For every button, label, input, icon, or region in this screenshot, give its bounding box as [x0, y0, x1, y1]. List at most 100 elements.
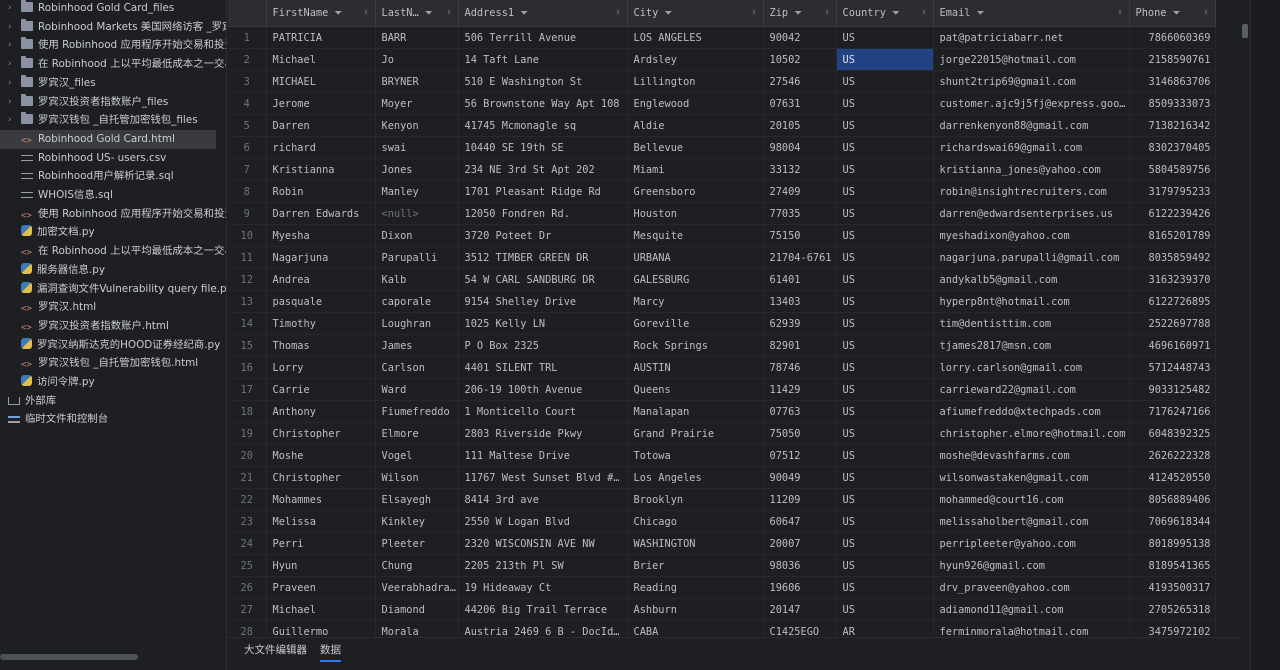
table-cell[interactable]: robin@insightrecruiters.com	[933, 180, 1130, 203]
table-cell[interactable]: melissaholbert@gmail.com	[933, 510, 1130, 533]
table-cell[interactable]: US	[836, 422, 934, 445]
table-cell[interactable]: Moshe	[266, 444, 376, 467]
table-cell[interactable]: darrenkenyon88@gmail.com	[933, 114, 1130, 137]
table-cell[interactable]: adiamond11@gmail.com	[933, 598, 1130, 621]
sort-icon[interactable]: ⇕	[447, 7, 452, 16]
table-cell[interactable]: 90042	[763, 26, 837, 49]
table-row[interactable]: 1 PATRICIA BARR 506 Terrill Avenue LOS ANGEL…	[228, 26, 1216, 49]
chevron-right-icon[interactable]: ›	[8, 0, 12, 18]
sort-icon[interactable]: ⇕	[364, 7, 369, 16]
table-cell[interactable]: Jerome	[266, 92, 376, 115]
sidebar-item[interactable]: › Robinhood Gold Card_files	[0, 0, 226, 18]
table-cell[interactable]: US	[836, 136, 934, 159]
table-cell[interactable]: 07763	[763, 400, 837, 423]
table-cell[interactable]: US	[836, 48, 934, 71]
table-cell[interactable]: Aldie	[627, 114, 764, 137]
table-cell[interactable]: Greensboro	[627, 180, 764, 203]
table-cell[interactable]: 6122239426	[1129, 202, 1216, 225]
table-cell[interactable]: Queens	[627, 378, 764, 401]
table-cell[interactable]: Kristianna	[266, 158, 376, 181]
table-cell[interactable]: perripleeter@yahoo.com	[933, 532, 1130, 555]
table-cell[interactable]: 2803 Riverside Pkwy	[458, 422, 628, 445]
table-cell[interactable]: Guillermo	[266, 620, 376, 636]
table-cell[interactable]: 2705265318	[1129, 598, 1216, 621]
table-cell[interactable]: shunt2trip69@gmail.com	[933, 70, 1130, 93]
table-cell[interactable]: Jones	[375, 158, 459, 181]
sidebar-item[interactable]: › 罗宾汉_files	[0, 74, 226, 93]
table-row[interactable]: 6 richard swai 10440 SE 19th SE Bellevue 9800…	[228, 136, 1216, 159]
chevron-right-icon[interactable]: ›	[8, 93, 12, 112]
table-cell[interactable]: US	[836, 224, 934, 247]
sidebar-item[interactable]: › 罗宾汉钱包 _自托管加密钱包_files	[0, 111, 226, 130]
table-row[interactable]: 26 Praveen Veerabhadra… 19 Hideaway Ct Readi…	[228, 576, 1216, 599]
table-cell[interactable]: Los Angeles	[627, 466, 764, 489]
table-cell[interactable]: US	[836, 180, 934, 203]
sort-icon[interactable]: ⇕	[1118, 7, 1123, 16]
sidebar-item[interactable]: Robinhood US- users.csv	[0, 149, 226, 168]
table-cell[interactable]: US	[836, 158, 934, 181]
table-cell[interactable]: US	[836, 576, 934, 599]
table-cell[interactable]: 10440 SE 19th SE	[458, 136, 628, 159]
sidebar-item[interactable]: <> 在 Robinhood 上以平均最低成本之一交易加密	[0, 242, 226, 261]
table-cell[interactable]: 27546	[763, 70, 837, 93]
table-cell[interactable]: Anthony	[266, 400, 376, 423]
table-cell[interactable]: LOS ANGELES	[627, 26, 764, 49]
table-cell[interactable]: 8302370405	[1129, 136, 1216, 159]
column-header[interactable]: FirstName ⏷ ⇕	[266, 0, 376, 27]
table-cell[interactable]: Elmore	[375, 422, 459, 445]
table-cell[interactable]: 6122726895	[1129, 290, 1216, 313]
table-cell[interactable]: Robin	[266, 180, 376, 203]
table-cell[interactable]: 12050 Fondren Rd.	[458, 202, 628, 225]
table-cell[interactable]: 11209	[763, 488, 837, 511]
table-cell[interactable]: pasquale	[266, 290, 376, 313]
table-cell[interactable]: US	[836, 532, 934, 555]
table-cell[interactable]: 3512 TIMBER GREEN DR	[458, 246, 628, 269]
table-cell[interactable]: BRYNER	[375, 70, 459, 93]
sidebar-item[interactable]: 临时文件和控制台	[0, 410, 226, 429]
table-cell[interactable]: 9154 Shelley Drive	[458, 290, 628, 313]
table-cell[interactable]: Christopher	[266, 466, 376, 489]
table-cell[interactable]: US	[836, 26, 934, 49]
table-row[interactable]: 25 Hyun Chung 2205 213th Pl SW Brier 98036 US h…	[228, 554, 1216, 577]
table-cell[interactable]: Moyer	[375, 92, 459, 115]
sidebar-item[interactable]: WHOIS信息.sql	[0, 186, 226, 205]
table-cell[interactable]: Mohammes	[266, 488, 376, 511]
table-cell[interactable]: afiumefreddo@xtechpads.com	[933, 400, 1130, 423]
table-cell[interactable]: 8056889406	[1129, 488, 1216, 511]
table-cell[interactable]: Elsayegh	[375, 488, 459, 511]
table-cell[interactable]: 8165201789	[1129, 224, 1216, 247]
table-cell[interactable]: myeshadixon@yahoo.com	[933, 224, 1130, 247]
table-cell[interactable]: Goreville	[627, 312, 764, 335]
table-cell[interactable]: pat@patriciabarr.net	[933, 26, 1130, 49]
filter-icon[interactable]: ⏷	[794, 8, 802, 19]
table-row[interactable]: 27 Michael Diamond 44206 Big Trail Terrace A…	[228, 598, 1216, 621]
table-row[interactable]: 9 Darren Edwards <null> 12050 Fondren Rd. Ho…	[228, 202, 1216, 225]
sidebar-item[interactable]: <> 使用 Robinhood 应用程序开始交易和投资（抗	[0, 205, 226, 224]
sidebar-item[interactable]: <> 罗宾汉钱包 _自托管加密钱包.html	[0, 354, 226, 373]
table-cell[interactable]: US	[836, 356, 934, 379]
table-cell[interactable]: tjames2817@msn.com	[933, 334, 1130, 357]
table-cell[interactable]: 07631	[763, 92, 837, 115]
sort-icon[interactable]: ⇕	[752, 7, 757, 16]
table-cell[interactable]: US	[836, 488, 934, 511]
table-cell[interactable]: darren@edwardsenterprises.us	[933, 202, 1130, 225]
table-cell[interactable]: Hyun	[266, 554, 376, 577]
column-header[interactable]: LastN… ⏷ ⇕	[375, 0, 459, 27]
column-header[interactable]: Address1 ⏷ ⇕	[458, 0, 628, 27]
table-cell[interactable]: 6048392325	[1129, 422, 1216, 445]
table-cell[interactable]: 3179795233	[1129, 180, 1216, 203]
table-cell[interactable]: 5804589756	[1129, 158, 1216, 181]
table-cell[interactable]: 7176247166	[1129, 400, 1216, 423]
table-cell[interactable]: 78746	[763, 356, 837, 379]
table-cell[interactable]: mohammed@court16.com	[933, 488, 1130, 511]
chevron-right-icon[interactable]: ›	[8, 36, 12, 55]
table-cell[interactable]: Andrea	[266, 268, 376, 291]
chevron-right-icon[interactable]: ›	[8, 111, 12, 130]
table-cell[interactable]: 82901	[763, 334, 837, 357]
table-cell[interactable]: andykalb5@gmail.com	[933, 268, 1130, 291]
table-cell[interactable]: Bellevue	[627, 136, 764, 159]
table-row[interactable]: 7 Kristianna Jones 234 NE 3rd St Apt 202 Mia…	[228, 158, 1216, 181]
table-cell[interactable]: 27409	[763, 180, 837, 203]
table-cell[interactable]: AUSTIN	[627, 356, 764, 379]
table-cell[interactable]: Morala	[375, 620, 459, 636]
